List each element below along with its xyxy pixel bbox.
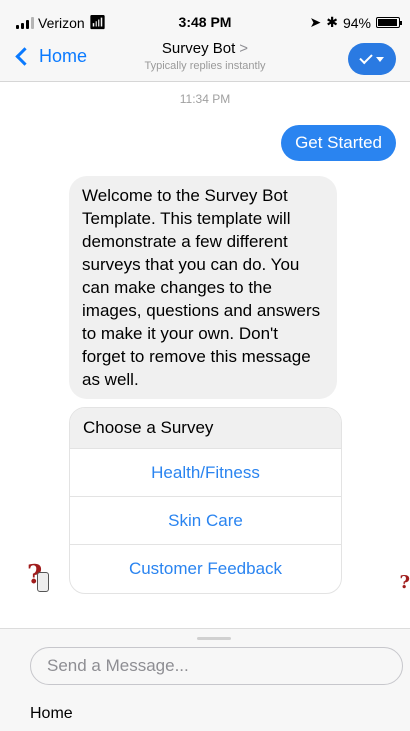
bot-name: Survey Bot > bbox=[120, 40, 290, 57]
chevron-left-icon bbox=[15, 47, 34, 66]
survey-button-customer-feedback[interactable]: Customer Feedback bbox=[70, 545, 341, 593]
bot-name-text: Survey Bot bbox=[161, 40, 236, 57]
bluetooth-icon: ✱ bbox=[326, 14, 338, 30]
conversation-header[interactable]: Survey Bot > Typically replies instantly bbox=[120, 40, 290, 72]
location-icon: ➤ bbox=[309, 14, 322, 30]
survey-button-health-fitness[interactable]: Health/Fitness bbox=[70, 449, 341, 497]
reply-status: Typically replies instantly bbox=[144, 60, 266, 72]
card-title: Choose a Survey bbox=[70, 408, 341, 449]
person-figure-icon bbox=[37, 572, 49, 592]
checkmark-icon bbox=[359, 50, 373, 65]
back-button[interactable]: Home bbox=[14, 46, 87, 67]
drag-handle[interactable] bbox=[197, 637, 231, 640]
bot-avatar-partial: ? bbox=[399, 572, 410, 593]
battery-percent: 94% bbox=[342, 14, 371, 31]
caret-down-icon bbox=[376, 56, 384, 62]
message-timestamp: 11:34 PM bbox=[179, 92, 231, 106]
user-message-bubble: Get Started bbox=[281, 125, 396, 161]
message-input[interactable] bbox=[30, 647, 403, 685]
bot-message-bubble: Welcome to the Survey Bot Template. This… bbox=[69, 176, 337, 399]
status-bar: Verizon 📶︎ 3:48 PM ➤ ✱ 94% bbox=[0, 0, 410, 38]
status-right: ➤ ✱ 94% bbox=[309, 14, 402, 31]
back-label: Home bbox=[39, 46, 88, 66]
battery-icon bbox=[376, 17, 402, 28]
chevron-right-icon: > bbox=[239, 40, 249, 57]
composer: Home bbox=[0, 628, 410, 731]
survey-choice-card: Choose a Survey Health/Fitness Skin Care… bbox=[69, 407, 342, 594]
done-button[interactable] bbox=[348, 43, 396, 75]
nav-bar: Home Survey Bot > Typically replies insta… bbox=[0, 38, 410, 82]
survey-button-skin-care[interactable]: Skin Care bbox=[70, 497, 341, 545]
chat-area[interactable]: 11:34 PM Get Started Welcome to the Surv… bbox=[0, 82, 410, 628]
persistent-menu-home[interactable]: Home bbox=[30, 705, 73, 723]
bot-avatar: ? bbox=[27, 560, 53, 594]
